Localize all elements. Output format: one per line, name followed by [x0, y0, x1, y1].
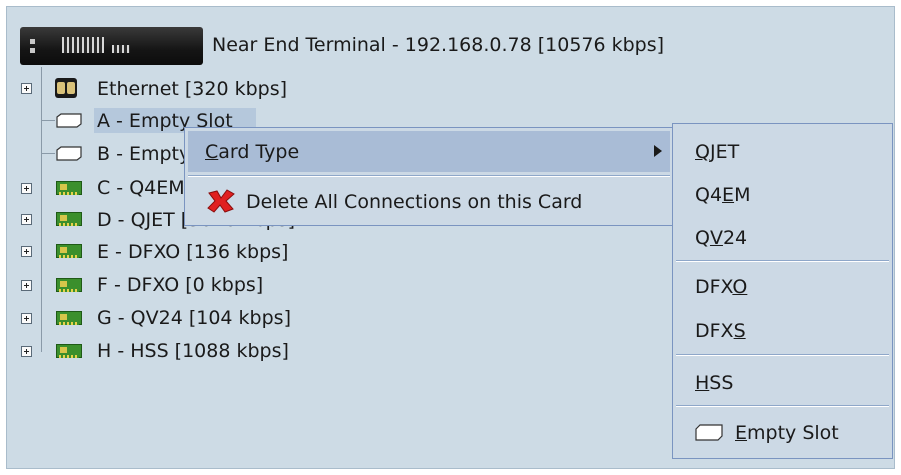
menu-item-delete-all[interactable]: Delete All Connections on this Card [185, 179, 673, 223]
delete-icon [207, 189, 235, 213]
submenu-item-dfxs[interactable]: DFXS [695, 320, 746, 342]
submenu-item-dfxo[interactable]: DFXO [695, 276, 747, 298]
submenu-item-qv24[interactable]: QV24 [695, 227, 747, 249]
menu-separator [676, 260, 889, 262]
submenu-item-hss[interactable]: HSS [695, 372, 733, 394]
empty-slot-icon [56, 113, 82, 128]
submenu-item-empty-slot[interactable]: Empty Slot [673, 412, 892, 456]
menu-item-delete-all-label: Delete All Connections on this Card [246, 191, 583, 213]
tree-item-slot-g[interactable]: G - QV24 [104 kbps] [97, 307, 291, 329]
tree-item-slot-f[interactable]: F - DFXO [0 kbps] [97, 274, 263, 296]
menu-separator [188, 175, 670, 177]
card-icon [56, 311, 82, 325]
submenu-item-q4em[interactable]: Q4EM [695, 184, 750, 206]
terminal-title[interactable]: Near End Terminal - 192.168.0.78 [10576 … [212, 34, 664, 56]
card-icon [56, 244, 82, 258]
expand-icon[interactable] [21, 214, 32, 225]
ethernet-icon [55, 78, 77, 98]
expand-icon[interactable] [21, 280, 32, 291]
empty-slot-icon [56, 146, 82, 161]
tree-connector-line [41, 120, 55, 121]
expand-icon[interactable] [21, 246, 32, 257]
empty-slot-icon [695, 424, 723, 441]
terminal-device-icon [20, 27, 203, 65]
menu-separator [676, 354, 889, 356]
card-icon [56, 344, 82, 358]
tree-item-ethernet[interactable]: Ethernet [320 kbps] [97, 78, 287, 100]
submenu-item-empty-slot-label: Empty Slot [735, 422, 839, 444]
submenu-item-qjet[interactable]: QJET [695, 141, 739, 163]
context-menu: Card Type Delete All Connections on this… [184, 127, 674, 226]
card-icon [56, 181, 82, 195]
expand-icon[interactable] [21, 313, 32, 324]
menu-item-card-type-label: Card Type [205, 141, 300, 163]
expand-icon[interactable] [21, 346, 32, 357]
submenu-arrow-icon [654, 145, 662, 157]
menu-separator [676, 405, 889, 407]
expand-icon[interactable] [21, 183, 32, 194]
expand-icon[interactable] [21, 83, 32, 94]
card-type-submenu: QJET Q4EM QV24 DFXO DFXS HSS Empty Slot [672, 123, 893, 459]
tree-item-slot-e[interactable]: E - DFXO [136 kbps] [97, 241, 288, 263]
tree-connector-line [41, 153, 55, 154]
menu-item-card-type[interactable]: Card Type [188, 131, 670, 172]
card-icon [56, 212, 82, 226]
tree-connector-line [41, 67, 42, 352]
card-icon [56, 278, 82, 292]
tree-item-slot-h[interactable]: H - HSS [1088 kbps] [97, 340, 289, 362]
